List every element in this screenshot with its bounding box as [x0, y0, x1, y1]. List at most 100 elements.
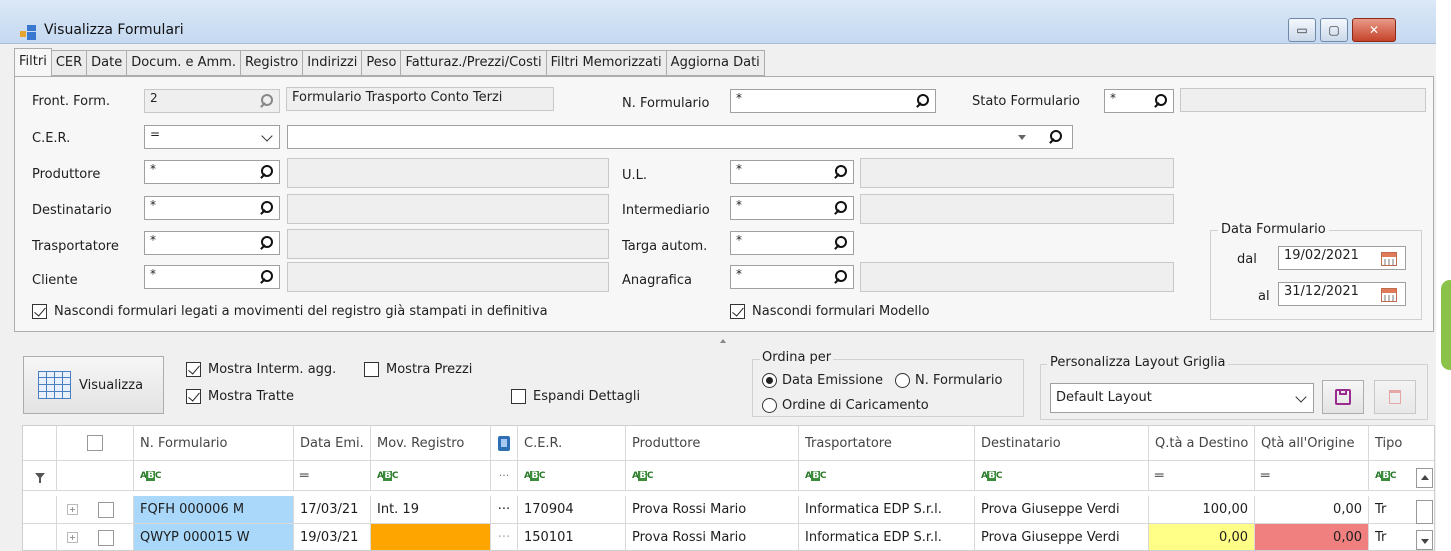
- intermediario-input[interactable]: *: [730, 196, 854, 220]
- ul-input[interactable]: *: [730, 160, 854, 184]
- search-icon[interactable]: [259, 94, 273, 108]
- filter-mov-registro[interactable]: ABC: [371, 461, 491, 491]
- search-icon[interactable]: [259, 201, 273, 215]
- tab-date[interactable]: Date: [87, 50, 128, 76]
- search-icon[interactable]: [833, 165, 847, 179]
- filter-cer[interactable]: ABC: [518, 461, 626, 491]
- tab-fatturazione[interactable]: Fatturaz./Prezzi/Costi: [401, 50, 547, 76]
- col-qta-destino[interactable]: Q.tà a Destino: [1149, 426, 1255, 461]
- cer-combo[interactable]: [287, 125, 1073, 149]
- col-n-formulario[interactable]: N. Formulario: [134, 426, 294, 461]
- filter-qta-destino[interactable]: ═: [1149, 461, 1255, 491]
- mostra-prezzi-option[interactable]: Mostra Prezzi: [364, 362, 472, 377]
- collapse-splitter-icon[interactable]: [720, 339, 726, 343]
- col-tipo[interactable]: Tipo: [1369, 426, 1434, 461]
- targa-input[interactable]: *: [730, 231, 854, 255]
- col-data-emi[interactable]: Data Emi.: [294, 426, 371, 461]
- cell-trasportatore[interactable]: Informatica EDP S.r.l.: [799, 524, 975, 550]
- tab-peso[interactable]: Peso: [362, 50, 402, 76]
- filter-produttore[interactable]: ABC: [626, 461, 799, 491]
- data-emissione-radio[interactable]: [762, 373, 777, 388]
- front-form-field[interactable]: 2: [144, 89, 280, 113]
- cell-produttore[interactable]: Prova Rossi Mario: [626, 496, 799, 524]
- filter-trasportatore[interactable]: ABC: [799, 461, 975, 491]
- visualizza-button[interactable]: Visualizza: [23, 356, 164, 414]
- mostra-tratte-checkbox[interactable]: [186, 389, 201, 404]
- col-trasportatore[interactable]: Trasportatore: [799, 426, 975, 461]
- cell-mov-registro[interactable]: Int. 19: [371, 496, 491, 524]
- cer-operator-select[interactable]: =: [144, 125, 280, 149]
- cell-produttore[interactable]: Prova Rossi Mario: [626, 524, 799, 550]
- tab-filtri[interactable]: Filtri: [14, 48, 52, 78]
- hide-stampati-checkbox[interactable]: [32, 304, 47, 319]
- cell-data-emi[interactable]: 17/03/21: [294, 496, 371, 524]
- ordina-data-emissione[interactable]: Data Emissione: [762, 373, 883, 388]
- hide-modello-option[interactable]: Nascondi formulari Modello: [730, 304, 930, 319]
- stato-formulario-input[interactable]: *: [1104, 89, 1174, 113]
- produttore-input[interactable]: *: [144, 160, 280, 184]
- anagrafica-input[interactable]: *: [730, 265, 854, 289]
- filter-qta-origine[interactable]: ═: [1255, 461, 1369, 491]
- scroll-down-button[interactable]: [1416, 530, 1433, 550]
- ordine-caricamento-radio[interactable]: [762, 398, 777, 413]
- maximize-button[interactable]: ▢: [1320, 18, 1348, 42]
- filter-document[interactable]: ···: [491, 461, 518, 491]
- cell-cer[interactable]: 150101: [518, 524, 626, 550]
- search-icon[interactable]: [833, 270, 847, 284]
- cell-destinatario[interactable]: Prova Giuseppe Verdi: [975, 524, 1149, 550]
- col-document[interactable]: [491, 426, 518, 461]
- cell-n-formulario[interactable]: FQFH 000006 M: [134, 496, 294, 524]
- table-row[interactable]: FQFH 000006 M 17/03/21 Int. 19 ··· 17090…: [23, 496, 1434, 524]
- row-checkbox[interactable]: [98, 529, 114, 546]
- filter-destinatario[interactable]: ABC: [975, 461, 1149, 491]
- minimize-button[interactable]: ▭: [1288, 18, 1316, 42]
- calendar-icon[interactable]: [1381, 252, 1397, 266]
- dropdown-arrow-icon[interactable]: [1018, 135, 1026, 140]
- tab-cer[interactable]: CER: [51, 50, 88, 76]
- mostra-prezzi-checkbox[interactable]: [364, 362, 379, 377]
- cell-qta-destino[interactable]: 0,00: [1149, 524, 1255, 550]
- search-icon[interactable]: [915, 94, 929, 108]
- layout-select[interactable]: Default Layout: [1050, 383, 1314, 413]
- cell-data-emi[interactable]: 19/03/21: [294, 524, 371, 550]
- mostra-interm-checkbox[interactable]: [186, 362, 201, 377]
- filter-data-emi[interactable]: ═: [294, 461, 371, 491]
- n-formulario-input[interactable]: *: [730, 89, 936, 113]
- ordina-n-formulario[interactable]: N. Formulario: [895, 373, 1002, 388]
- close-button[interactable]: ✕: [1352, 18, 1396, 42]
- calendar-icon[interactable]: [1381, 288, 1397, 302]
- select-all-checkbox[interactable]: [87, 435, 103, 451]
- tab-docum[interactable]: Docum. e Amm.: [127, 50, 241, 76]
- cell-qta-destino[interactable]: 100,00: [1149, 496, 1255, 524]
- row-checkbox[interactable]: [98, 501, 114, 518]
- destinatario-input[interactable]: *: [144, 196, 280, 220]
- cell-destinatario[interactable]: Prova Giuseppe Verdi: [975, 496, 1149, 524]
- table-row[interactable]: QWYP 000015 W 19/03/21 ··· 150101 Prova …: [23, 524, 1434, 550]
- col-mov-registro[interactable]: Mov. Registro: [371, 426, 491, 461]
- col-destinatario[interactable]: Destinatario: [975, 426, 1149, 461]
- search-icon[interactable]: [833, 201, 847, 215]
- scroll-up-button[interactable]: [1416, 468, 1433, 488]
- search-icon[interactable]: [1153, 94, 1167, 108]
- tab-registro[interactable]: Registro: [240, 50, 304, 76]
- delete-layout-button[interactable]: [1374, 380, 1416, 414]
- espandi-checkbox[interactable]: [511, 389, 526, 404]
- n-formulario-radio[interactable]: [895, 373, 910, 388]
- save-layout-button[interactable]: [1322, 380, 1364, 414]
- cell-n-formulario[interactable]: QWYP 000015 W: [134, 524, 294, 550]
- filter-n-formulario[interactable]: ABC: [134, 461, 294, 491]
- mostra-interm-option[interactable]: Mostra Interm. agg.: [186, 362, 336, 377]
- scroll-track[interactable]: [1416, 500, 1433, 524]
- espandi-option[interactable]: Espandi Dettagli: [511, 389, 640, 404]
- expand-icon[interactable]: [67, 504, 78, 515]
- tab-indirizzi[interactable]: Indirizzi: [303, 50, 363, 76]
- search-icon[interactable]: [259, 236, 273, 250]
- cell-cer[interactable]: 170904: [518, 496, 626, 524]
- cell-qta-origine[interactable]: 0,00: [1255, 524, 1369, 550]
- trasportatore-input[interactable]: *: [144, 231, 280, 255]
- dal-date-input[interactable]: 19/02/2021: [1278, 246, 1406, 270]
- search-icon[interactable]: [1048, 130, 1062, 144]
- tab-aggiorna-dati[interactable]: Aggiorna Dati: [666, 50, 765, 76]
- search-icon[interactable]: [259, 165, 273, 179]
- hide-stampati-option[interactable]: Nascondi formulari legati a movimenti de…: [32, 304, 548, 319]
